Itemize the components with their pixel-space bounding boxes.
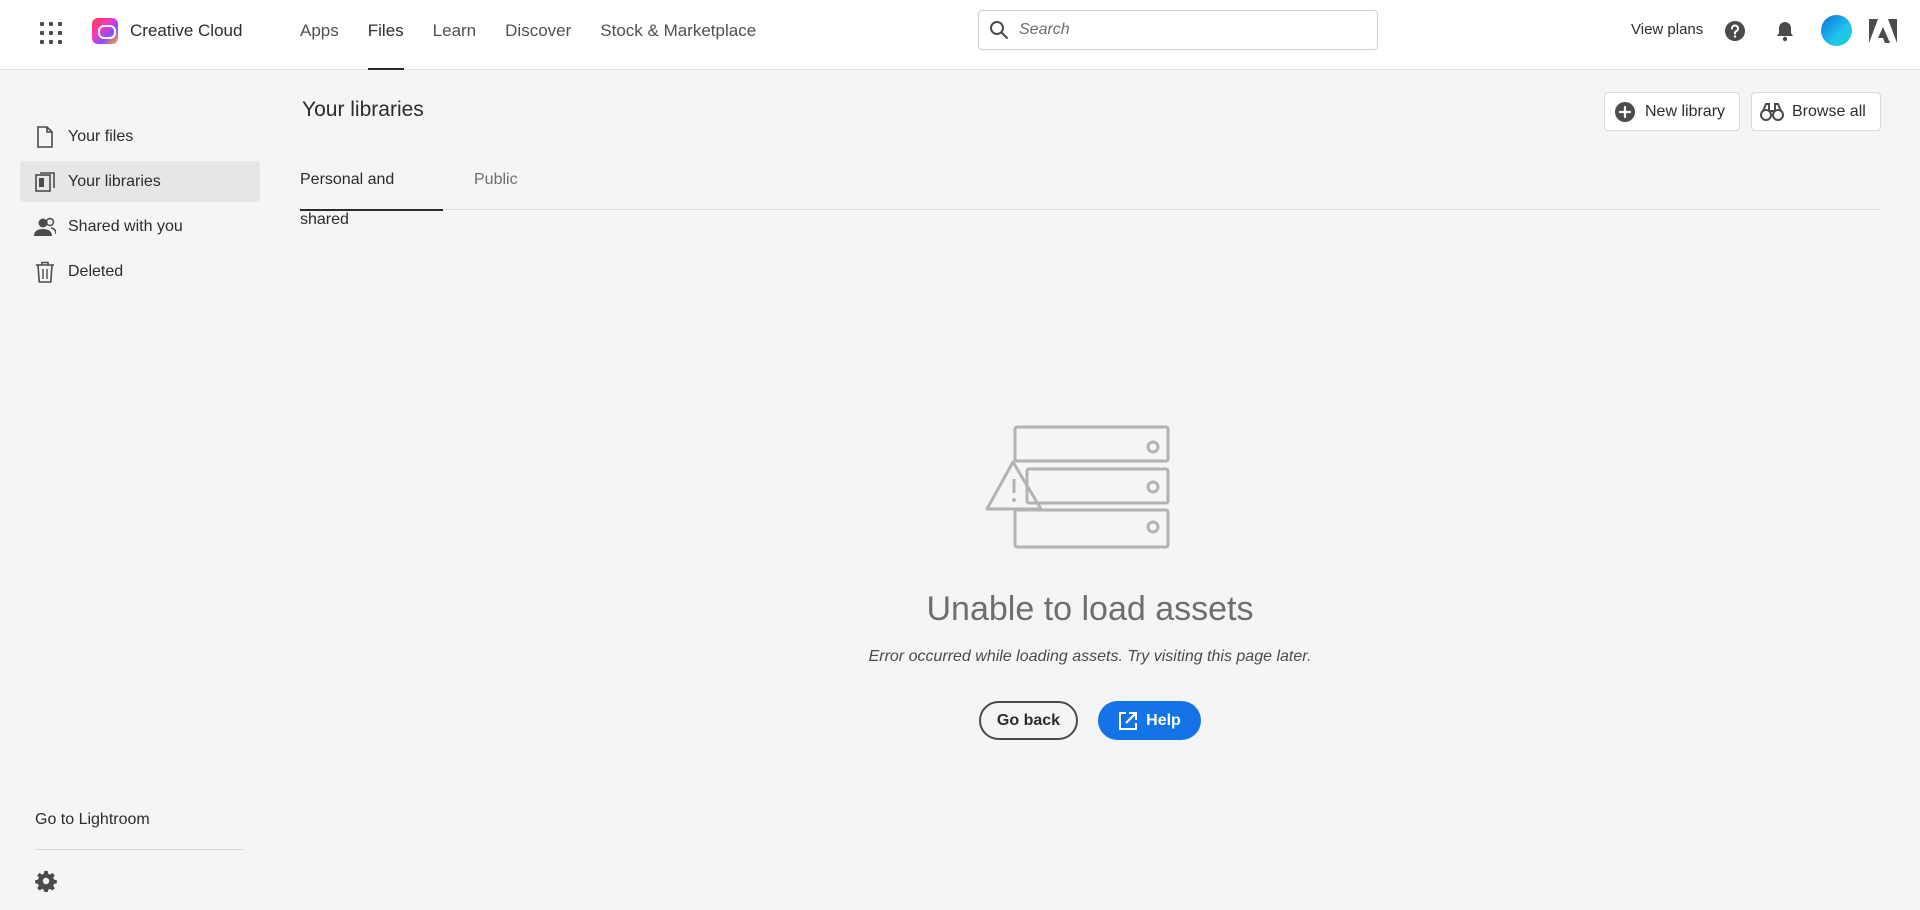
gear-icon[interactable] [35, 870, 59, 894]
tab-personal-and-shared[interactable]: Personal and shared [300, 160, 443, 228]
go-to-lightroom-link[interactable]: Go to Lightroom [35, 811, 150, 829]
external-link-icon [1118, 711, 1138, 731]
error-title: Unable to load assets [926, 590, 1254, 628]
new-library-button[interactable]: New library [1604, 92, 1741, 131]
add-circle-icon [1613, 100, 1637, 124]
top-bar: Creative Cloud Apps Files Learn Discover… [0, 0, 1920, 70]
error-message: Error occurred while loading assets. Try… [868, 648, 1312, 665]
sidebar-item-label: Your libraries [68, 172, 161, 190]
tab-public[interactable]: Public [474, 160, 518, 210]
nav-files[interactable]: Files [367, 0, 404, 70]
sidebar-item-label: Your files [68, 127, 134, 145]
browse-all-button[interactable]: Browse all [1751, 92, 1881, 131]
help-icon[interactable] [1721, 17, 1749, 45]
sidebar-item-label: Shared with you [68, 217, 183, 235]
adobe-logo-icon[interactable] [1869, 17, 1897, 45]
library-icon [34, 171, 56, 193]
search-box[interactable] [978, 10, 1378, 50]
sidebar-item-deleted[interactable]: Deleted [20, 251, 260, 292]
users-icon [34, 216, 56, 238]
brand[interactable]: Creative Cloud [92, 18, 242, 44]
sidebar-item-label: Deleted [68, 262, 124, 280]
browse-all-label: Browse all [1792, 102, 1866, 120]
nav-learn[interactable]: Learn [433, 0, 476, 70]
go-back-button[interactable]: Go back [979, 701, 1078, 740]
nav-apps[interactable]: Apps [300, 0, 339, 70]
binoculars-icon [1760, 100, 1784, 124]
search-icon [979, 11, 1019, 49]
sidebar-item-your-files[interactable]: Your files [20, 116, 260, 157]
file-icon [34, 125, 56, 148]
app-name: Creative Cloud [130, 21, 243, 40]
search-input[interactable] [1019, 12, 1377, 48]
view-plans-link[interactable]: View plans [1631, 21, 1703, 38]
library-tabs: Personal and shared Public [300, 160, 1880, 228]
nav-discover[interactable]: Discover [505, 0, 571, 70]
sidebar: Your files Your libraries Shared with yo… [0, 70, 270, 910]
server-error-illustration [985, 425, 1170, 550]
apps-grid-icon[interactable] [38, 20, 64, 46]
new-library-label: New library [1645, 102, 1726, 120]
trash-icon [34, 261, 56, 283]
main-nav: Apps Files Learn Discover Stock & Market… [300, 0, 785, 70]
nav-stock-marketplace[interactable]: Stock & Marketplace [600, 0, 756, 70]
page-title: Your libraries [302, 98, 424, 121]
sidebar-item-your-libraries[interactable]: Your libraries [20, 161, 260, 202]
bell-icon[interactable] [1771, 17, 1799, 45]
sidebar-divider [35, 849, 243, 850]
avatar[interactable] [1821, 15, 1852, 46]
sidebar-item-shared-with-you[interactable]: Shared with you [20, 206, 260, 247]
creative-cloud-logo-icon [92, 18, 118, 44]
help-label: Help [1146, 711, 1181, 729]
help-button[interactable]: Help [1098, 701, 1201, 740]
